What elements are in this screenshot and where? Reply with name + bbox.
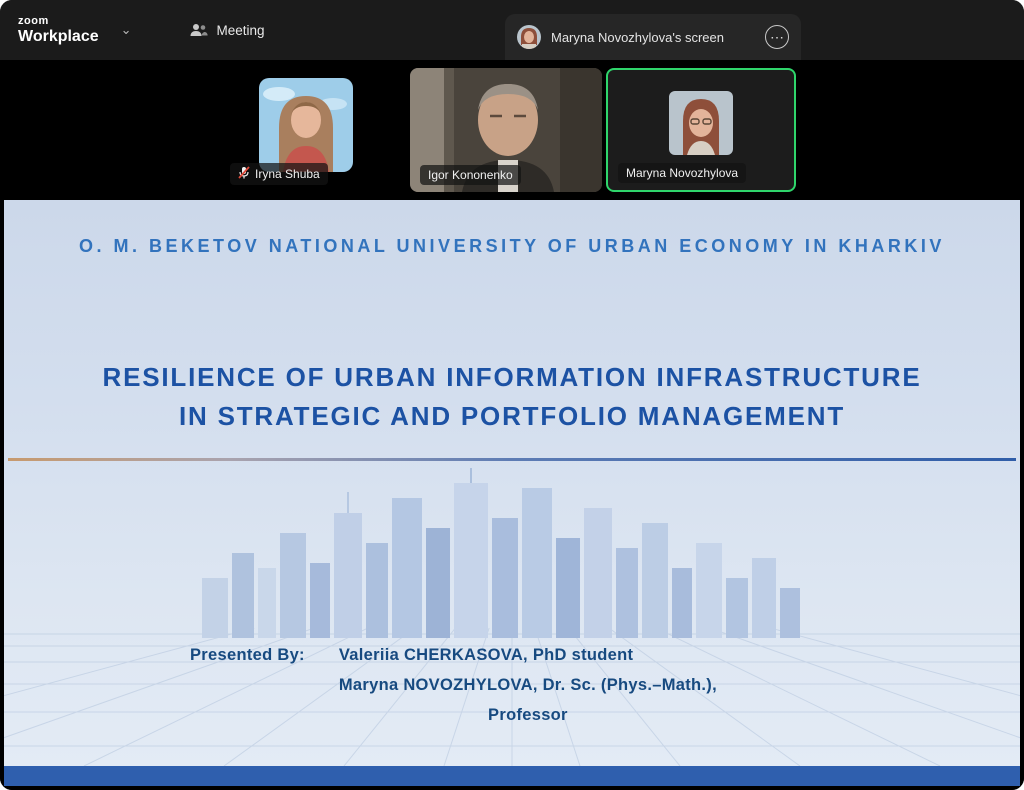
presented-by-label: Presented By: — [190, 646, 305, 725]
zoom-workplace-logo: zoom Workplace ⌄ — [18, 16, 132, 45]
participant-name-pill: Iryna Shuba — [230, 163, 328, 185]
slide-title-line2: IN STRATEGIC AND PORTFOLIO MANAGEMENT — [4, 397, 1020, 436]
tab-meeting-label: Meeting — [217, 23, 265, 38]
maryna-novozhylova-avatar — [669, 91, 733, 155]
city-skyline-illustration — [202, 468, 822, 638]
participant-name: Maryna Novozhylova — [626, 166, 738, 180]
presenter-1: Valeriia CHERKASOVA, PhD student — [339, 646, 717, 665]
participant-tile-iryna-shuba[interactable]: Iryna Shuba — [208, 68, 404, 192]
tab-meeting[interactable]: Meeting — [190, 23, 265, 38]
slide-title: RESILIENCE OF URBAN INFORMATION INFRASTR… — [4, 358, 1020, 436]
logo-workplace-text: Workplace — [18, 29, 99, 45]
presenter-2-line1: Maryna NOVOZHYLOVA, Dr. Sc. (Phys.–Math.… — [339, 676, 717, 695]
video-strip: Iryna Shuba Igor Kononenko — [0, 60, 1024, 200]
presentation-slide: O. M. BEKETOV NATIONAL UNIVERSITY OF URB… — [4, 200, 1020, 766]
titlebar: zoom Workplace ⌄ Meeting — [0, 0, 1024, 60]
iryna-shuba-avatar — [259, 78, 353, 172]
university-name: O. M. BEKETOV NATIONAL UNIVERSITY OF URB… — [4, 236, 1020, 257]
slide-bottom-bar — [4, 766, 1020, 786]
chevron-down-icon[interactable]: ⌄ — [121, 22, 132, 38]
presenter-2-line2: Professor — [339, 706, 717, 725]
participant-name-pill: Igor Kononenko — [420, 165, 521, 185]
logo-zoom-text: zoom — [18, 16, 99, 27]
participant-name: Igor Kononenko — [428, 168, 513, 182]
shared-screen-area: O. M. BEKETOV NATIONAL UNIVERSITY OF URB… — [0, 200, 1024, 790]
slide-title-line1: RESILIENCE OF URBAN INFORMATION INFRASTR… — [4, 358, 1020, 397]
divider-line — [8, 458, 1016, 461]
tab-avatar — [517, 25, 541, 49]
tab-shared-screen-label: Maryna Novozhylova's screen — [551, 30, 755, 45]
participant-name: Iryna Shuba — [255, 167, 320, 181]
participant-tile-maryna-novozhylova[interactable]: Maryna Novozhylova — [606, 68, 796, 192]
presented-by-block: Presented By: Valeriia CHERKASOVA, PhD s… — [190, 646, 717, 725]
more-options-button[interactable]: ⋯ — [765, 25, 789, 49]
participant-name-pill: Maryna Novozhylova — [618, 163, 746, 183]
mic-muted-icon — [238, 166, 250, 182]
tab-shared-screen[interactable]: Maryna Novozhylova's screen ⋯ — [505, 14, 801, 60]
zoom-window: zoom Workplace ⌄ Meeting — [0, 0, 1024, 790]
participant-tile-igor-kononenko[interactable]: Igor Kononenko — [410, 68, 602, 192]
people-icon — [190, 23, 208, 37]
